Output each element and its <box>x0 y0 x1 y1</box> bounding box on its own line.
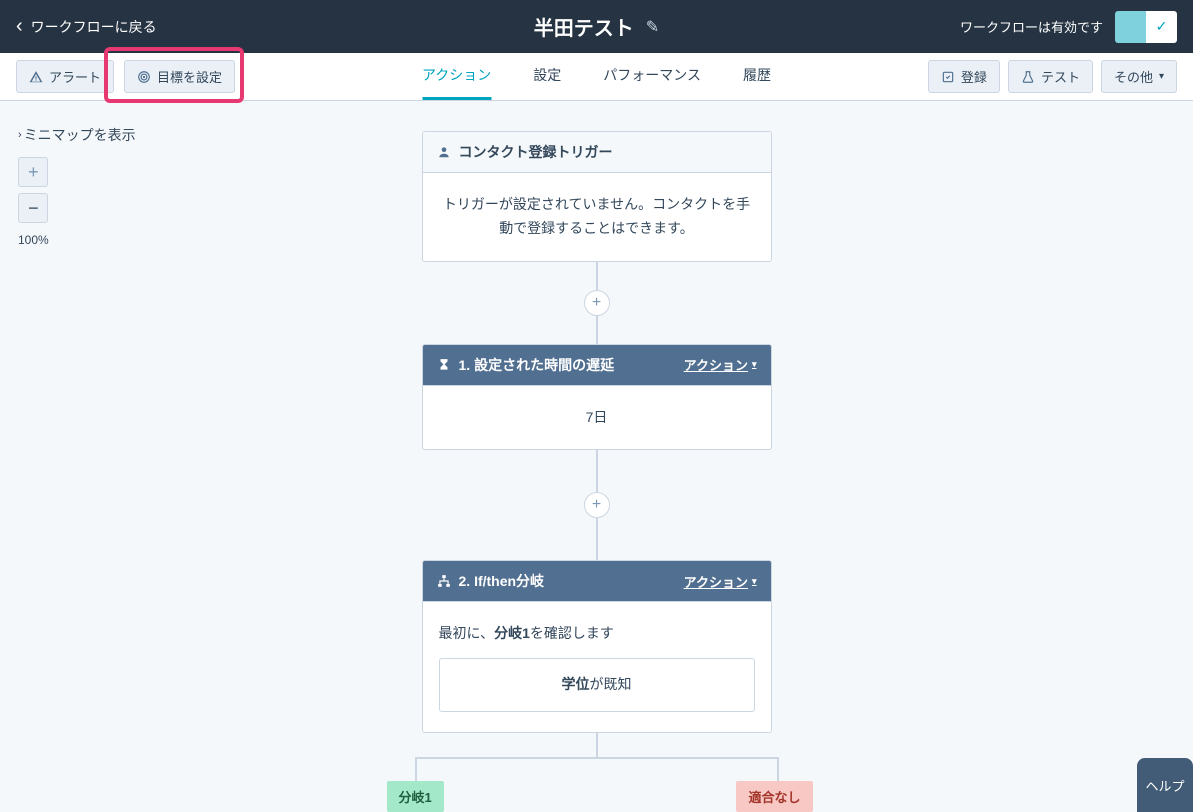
warning-icon <box>29 70 43 84</box>
enroll-label: 登録 <box>961 67 987 86</box>
connector <box>596 518 598 560</box>
branch-body: 最初に、分岐1を確認します 学位が既知 <box>423 602 771 732</box>
enable-toggle[interactable]: ✓ <box>1115 11 1177 43</box>
back-label: ワークフローに戻る <box>31 17 157 37</box>
back-link[interactable]: ‹ ワークフローに戻る <box>16 15 157 38</box>
zoom-controls: + − 100% <box>18 157 49 247</box>
test-button[interactable]: テスト <box>1008 60 1093 93</box>
delay-node[interactable]: 1. 設定された時間の遅延 アクション ▾ 7日 <box>422 344 772 451</box>
trigger-header: コンタクト登録トリガー <box>423 132 771 173</box>
branch-icon <box>437 574 451 588</box>
branch-split: 分岐1 適合なし <box>407 733 787 812</box>
branch-action-link[interactable]: アクション ▾ <box>684 572 757 591</box>
topbar: ‹ ワークフローに戻る 半田テスト ✎ ワークフローは有効です ✓ <box>0 0 1193 53</box>
tab-history[interactable]: 履歴 <box>743 53 771 100</box>
action-text: アクション <box>684 572 748 591</box>
toggle-on-half: ✓ <box>1146 11 1177 43</box>
hourglass-icon <box>437 358 451 372</box>
chevron-down-icon: ▾ <box>752 576 757 587</box>
connector <box>596 450 598 492</box>
chevron-right-icon: › <box>18 129 22 141</box>
workflow-status: ワークフローは有効です <box>960 17 1103 36</box>
workflow-title: 半田テスト <box>534 12 634 41</box>
branch-node[interactable]: 2. If/then分岐 アクション ▾ 最初に、分岐1を確認します 学位が既知 <box>422 560 772 733</box>
action-text: アクション <box>684 355 748 374</box>
delay-title: 1. 設定された時間の遅延 <box>459 355 615 375</box>
add-step-button[interactable]: + <box>584 492 610 518</box>
delay-action-link[interactable]: アクション ▾ <box>684 355 757 374</box>
alert-label: アラート <box>49 67 101 86</box>
flow: コンタクト登録トリガー トリガーが設定されていません。コンタクトを手動で登録する… <box>412 131 782 812</box>
toggle-off-half <box>1115 11 1146 43</box>
tab-action[interactable]: アクション <box>422 53 491 100</box>
tab-performance[interactable]: パフォーマンス <box>603 53 701 100</box>
chevron-down-icon: ▾ <box>752 359 757 370</box>
title-group: 半田テスト ✎ <box>534 12 659 41</box>
zoom-out-button[interactable]: − <box>18 193 48 223</box>
add-step-button[interactable]: + <box>584 290 610 316</box>
branch-tag-match[interactable]: 分岐1 <box>387 781 444 812</box>
trigger-node[interactable]: コンタクト登録トリガー トリガーが設定されていません。コンタクトを手動で登録する… <box>422 131 772 262</box>
enroll-button[interactable]: 登録 <box>928 60 1000 93</box>
goal-label: 目標を設定 <box>157 67 222 86</box>
target-icon <box>137 70 151 84</box>
delay-body: 7日 <box>423 386 771 450</box>
trigger-title: コンタクト登録トリガー <box>459 142 613 162</box>
test-label: テスト <box>1041 67 1080 86</box>
branch-intro: 最初に、分岐1を確認します <box>439 625 614 641</box>
condition-box: 学位が既知 <box>439 658 755 712</box>
help-button[interactable]: ヘルプ <box>1137 758 1193 812</box>
toolbar: アラート 目標を設定 アクション 設定 パフォーマンス 履歴 登録 テスト その… <box>0 53 1193 101</box>
goal-button[interactable]: 目標を設定 <box>124 60 235 93</box>
more-button[interactable]: その他 ▾ <box>1101 60 1177 93</box>
zoom-in-button[interactable]: + <box>18 157 48 187</box>
toolbar-right: 登録 テスト その他 ▾ <box>928 60 1177 93</box>
alert-button[interactable]: アラート <box>16 60 114 93</box>
tab-settings[interactable]: 設定 <box>533 53 561 100</box>
branch-tag-nomatch[interactable]: 適合なし <box>736 781 812 812</box>
pencil-icon[interactable]: ✎ <box>646 17 659 37</box>
delay-header: 1. 設定された時間の遅延 アクション ▾ <box>423 345 771 386</box>
minimap-toggle[interactable]: › ミニマップを表示 <box>18 125 136 145</box>
chevron-down-icon: ▾ <box>1159 71 1164 82</box>
help-label: ヘルプ <box>1145 776 1184 795</box>
toolbar-left: アラート 目標を設定 <box>16 60 235 93</box>
flask-icon <box>1021 70 1035 84</box>
more-label: その他 <box>1114 67 1153 86</box>
topbar-right: ワークフローは有効です ✓ <box>960 11 1177 43</box>
trigger-body: トリガーが設定されていません。コンタクトを手動で登録することはできます。 <box>423 173 771 261</box>
contact-icon <box>437 145 451 159</box>
minimap-label: ミニマップを表示 <box>24 125 136 145</box>
enroll-icon <box>941 70 955 84</box>
canvas: › ミニマップを表示 + − 100% コンタクト登録トリガー トリガーが設定さ… <box>0 101 1193 812</box>
branch-header: 2. If/then分岐 アクション ▾ <box>423 561 771 602</box>
tabs: アクション 設定 パフォーマンス 履歴 <box>422 53 771 100</box>
zoom-level: 100% <box>18 233 49 247</box>
branch-title: 2. If/then分岐 <box>459 571 545 591</box>
connector <box>596 262 598 290</box>
chevron-left-icon: ‹ <box>16 15 23 38</box>
connector <box>596 316 598 344</box>
